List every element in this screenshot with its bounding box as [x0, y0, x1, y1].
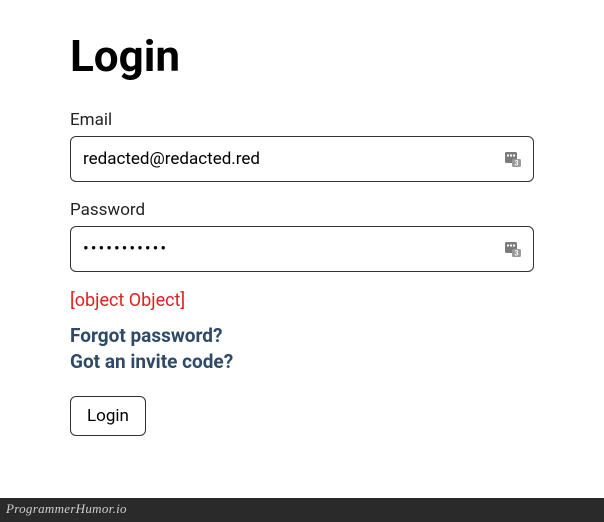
watermark: ProgrammerHumor.io: [0, 498, 604, 522]
links-block: Forgot password? Got an invite code?: [70, 323, 534, 374]
email-input-wrapper: 3: [70, 136, 534, 182]
password-input[interactable]: [70, 226, 534, 272]
password-input-wrapper: 3: [70, 226, 534, 272]
invite-code-link[interactable]: Got an invite code?: [70, 349, 534, 375]
password-field-group: Password 3: [70, 200, 534, 272]
login-button[interactable]: Login: [70, 396, 146, 436]
svg-text:3: 3: [514, 160, 518, 168]
email-label: Email: [70, 110, 534, 130]
error-message: [object Object]: [70, 290, 534, 311]
autofill-icon[interactable]: 3: [502, 238, 524, 260]
password-label: Password: [70, 200, 534, 220]
forgot-password-link[interactable]: Forgot password?: [70, 323, 534, 349]
login-container: Login Email 3 Password: [0, 0, 604, 456]
email-field-group: Email 3: [70, 110, 534, 182]
page-title: Login: [70, 30, 534, 82]
autofill-icon[interactable]: 3: [502, 148, 524, 170]
svg-text:3: 3: [514, 250, 518, 258]
email-input[interactable]: [70, 136, 534, 182]
